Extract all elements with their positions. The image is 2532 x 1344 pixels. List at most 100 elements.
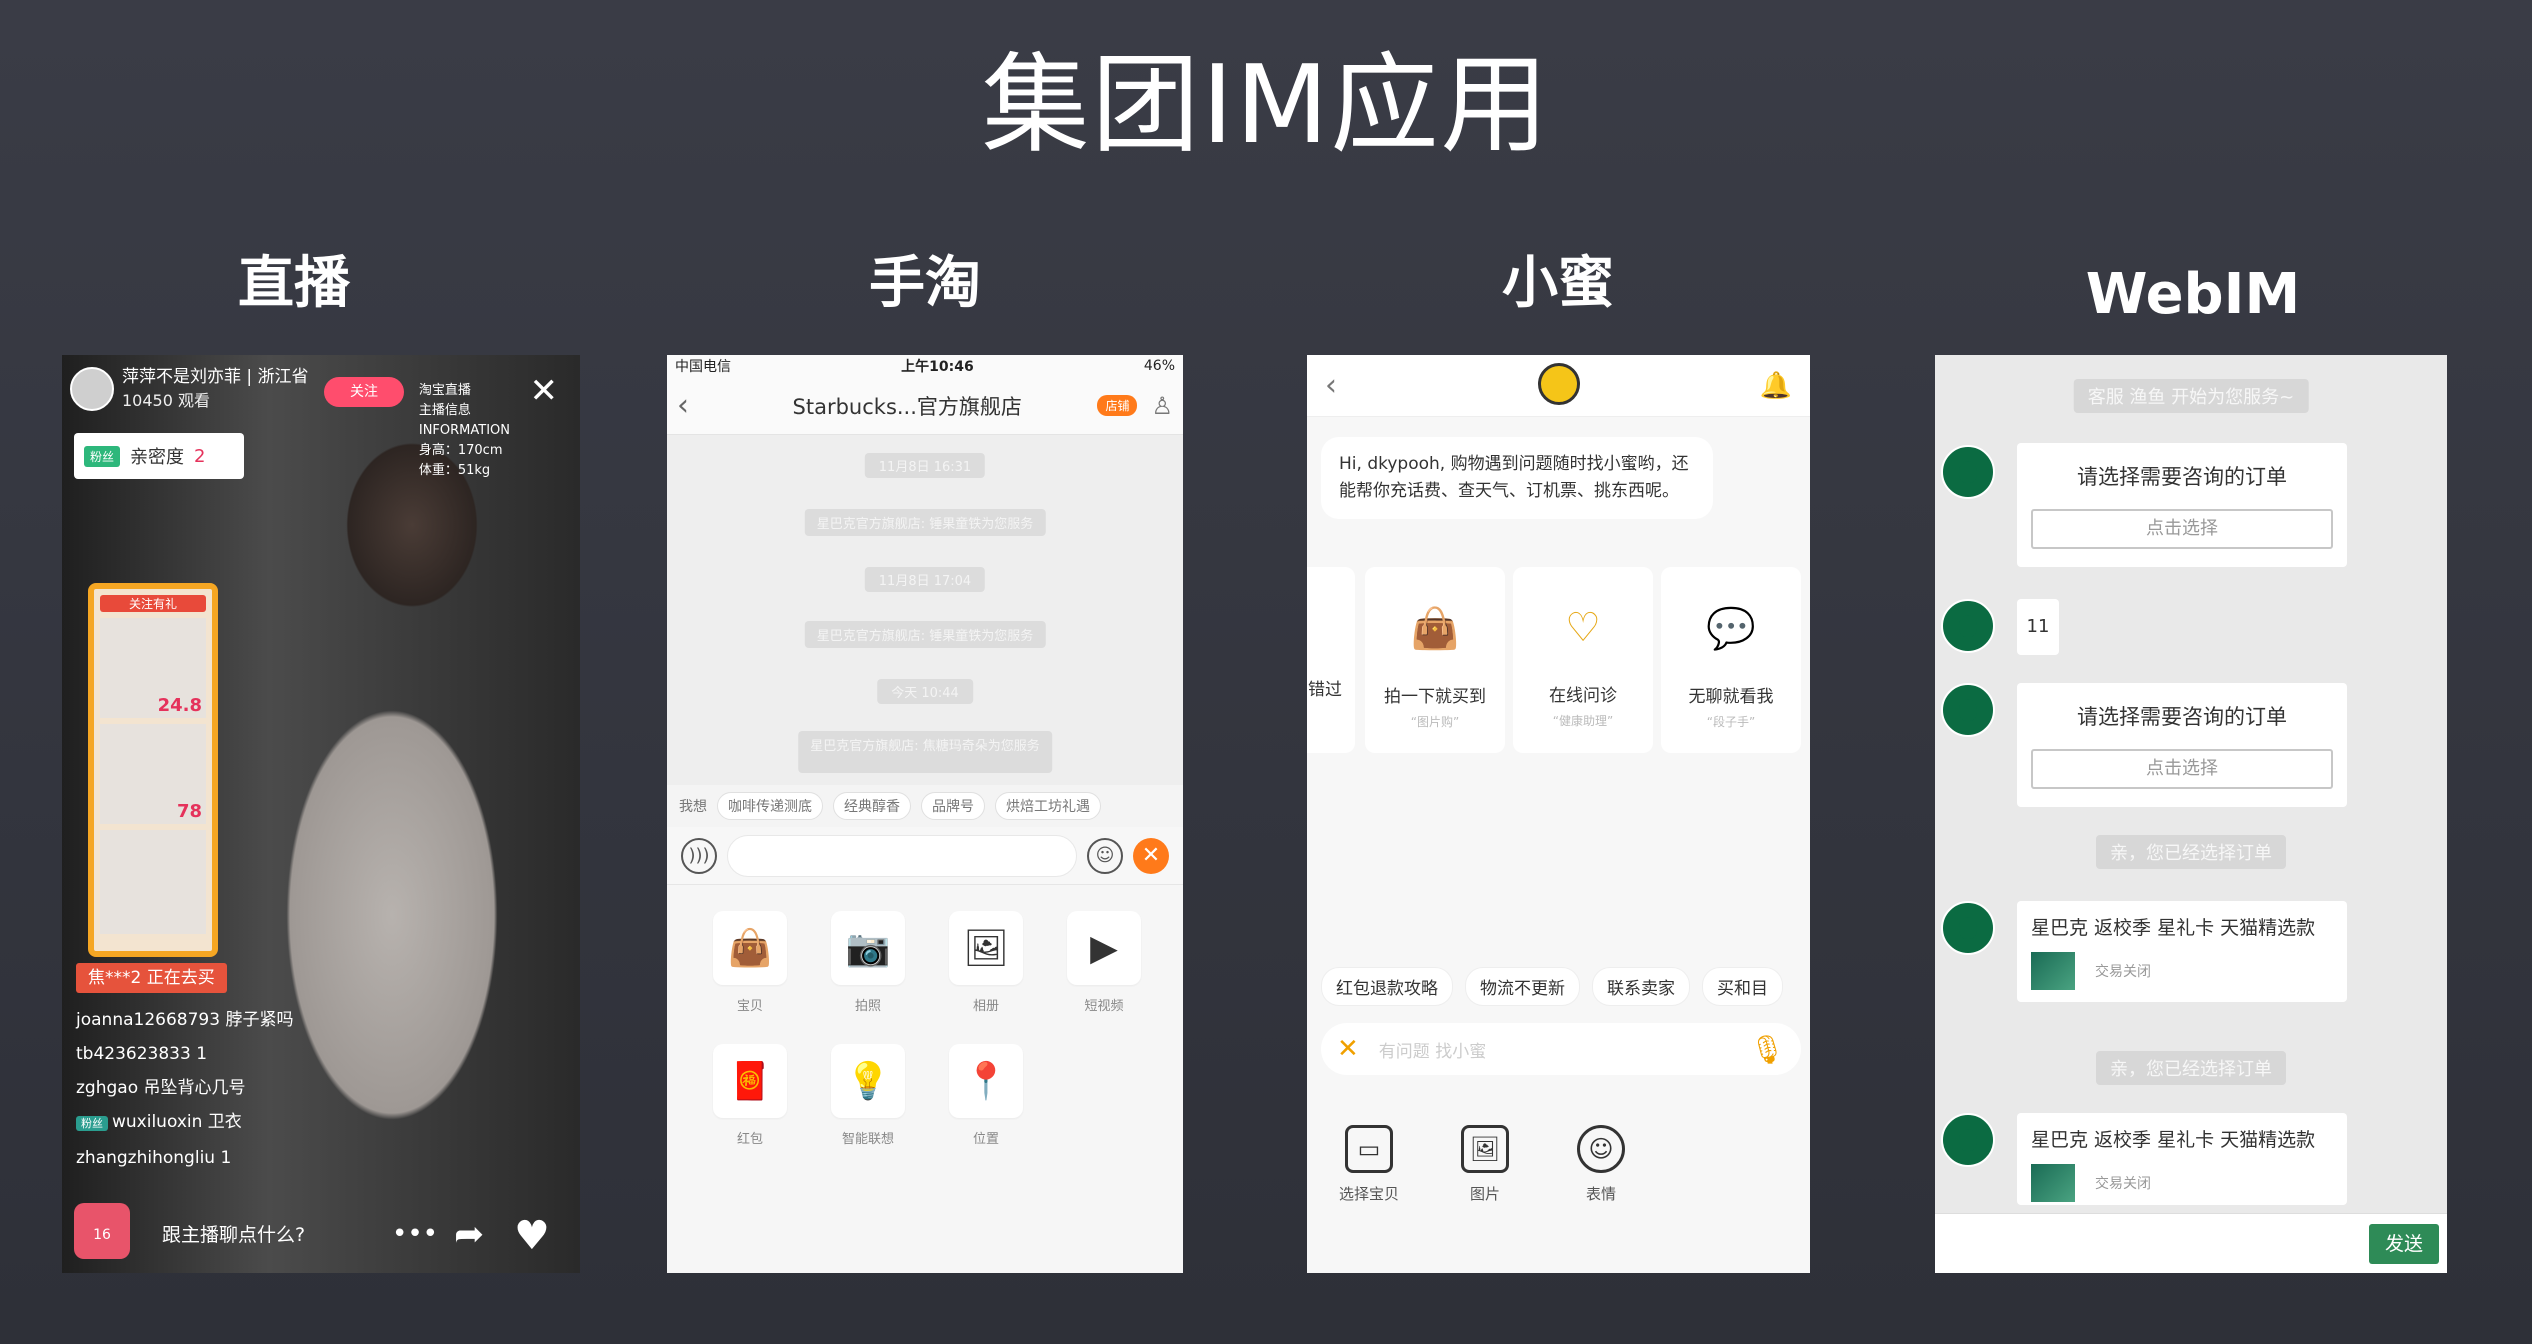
- order-prompt: 请选择需要咨询的订单: [2077, 705, 2287, 729]
- function-panel: 👜 宝贝 📷 拍照 🖼 相册 ▶ 短视频 🧧 红包 💡 智能联想 📍 位置: [667, 885, 1183, 1147]
- product-title: 星巴克 返校季 星礼卡 天猫精选款: [2031, 1129, 2316, 1151]
- heart-pulse-icon: ♡: [1565, 605, 1601, 651]
- column-title-taobao: 手淘: [869, 251, 981, 316]
- service-card-title: 错过: [1308, 680, 1342, 700]
- timestamp: 11月8日 16:31: [864, 453, 986, 478]
- host-avatar[interactable]: [70, 367, 114, 411]
- goods-item[interactable]: 78: [100, 724, 206, 824]
- service-card[interactable]: 👜 拍一下就买到 “图片购”: [1365, 567, 1505, 753]
- red-packet-icon: 🧧: [713, 1044, 787, 1118]
- agent-avatar: [1941, 445, 1995, 499]
- quick-reply-chip[interactable]: 红包退款攻略: [1321, 967, 1453, 1006]
- send-button[interactable]: 发送: [2369, 1223, 2439, 1264]
- panel-item[interactable]: 🧧 红包: [691, 1044, 809, 1147]
- chat-history: 11月8日 16:31 星巴克官方旗舰店: 锤果童铁为您服务 11月8日 17:…: [667, 435, 1183, 785]
- panel-item[interactable]: 📍 位置: [927, 1044, 1045, 1147]
- image-icon: 🖼: [949, 911, 1023, 985]
- picture-icon: 🖼: [1461, 1125, 1509, 1173]
- service-card-title: 在线问诊: [1549, 686, 1617, 706]
- product-card[interactable]: 星巴克 返校季 星礼卡 天猫精选款 交易关闭: [2017, 1113, 2347, 1205]
- quick-reply-chip[interactable]: 品牌号: [921, 792, 985, 820]
- product-card[interactable]: 星巴克 返校季 星礼卡 天猫精选款 交易关闭: [2017, 901, 2347, 1002]
- goods-item[interactable]: [100, 830, 206, 934]
- host-info-line: 身高：170cm: [418, 443, 503, 458]
- service-card-sub: “段子手”: [1706, 715, 1756, 729]
- box-icon: ▭: [1345, 1125, 1393, 1173]
- goods-item[interactable]: 24.8: [100, 618, 206, 718]
- quick-reply-chip[interactable]: 联系卖家: [1592, 967, 1690, 1006]
- tool-item[interactable]: ▭ 选择宝贝: [1333, 1125, 1405, 1204]
- panel-item-label: 宝贝: [736, 999, 763, 1014]
- user-avatar: [1941, 599, 1995, 653]
- microphone-icon[interactable]: 🎙: [1749, 1033, 1785, 1066]
- service-card[interactable]: ♡ 在线问诊 “健康助理”: [1513, 567, 1653, 753]
- panel-item[interactable]: 👜 宝贝: [691, 911, 809, 1014]
- close-icon[interactable]: ✕: [1337, 1034, 1359, 1064]
- voice-icon[interactable]: ))): [681, 837, 717, 874]
- heart-icon[interactable]: ♥: [514, 1213, 550, 1259]
- intimacy-tag: 粉丝: [84, 445, 121, 467]
- clock: 上午10:46: [901, 359, 974, 375]
- webim-screen: 客服 渔鱼 开始为您服务~ 请选择需要咨询的订单 点击选择 11 请选择需要咨询…: [1935, 355, 2447, 1273]
- host-info-panel: 淘宝直播 主播信息 INFORMATION 身高：170cm 体重：51kg: [419, 381, 510, 481]
- column-title-xiaomi: 小蜜: [1502, 251, 1614, 316]
- choose-order-button[interactable]: 点击选择: [2031, 509, 2333, 549]
- service-card-sub: “图片购”: [1410, 715, 1460, 729]
- chat-input-prompt[interactable]: 跟主播聊点什么?: [162, 1220, 305, 1247]
- comment-text: wuxiluoxin 卫衣: [112, 1112, 242, 1132]
- follow-button[interactable]: 关注: [324, 377, 404, 407]
- service-card[interactable]: 💬 无聊就看我 “段子手”: [1661, 567, 1801, 753]
- more-icon[interactable]: •••: [392, 1219, 438, 1249]
- service-card[interactable]: 错过 “”: [1307, 567, 1355, 753]
- host-info-line: 主播信息: [418, 403, 471, 418]
- quick-reply-chip[interactable]: 物流不更新: [1465, 967, 1580, 1006]
- panel-item-label: 智能联想: [841, 1132, 894, 1147]
- bee-logo-icon: [1537, 363, 1580, 405]
- comment-item: zhangzhihongliu 1: [76, 1148, 232, 1168]
- live-screen: 萍萍不是刘亦菲 | 浙江省 10450 观看 关注 ✕ 淘宝直播 主播信息 IN…: [62, 355, 580, 1273]
- bag-icon: 👜: [713, 911, 787, 985]
- user-avatar: [1941, 1113, 1995, 1167]
- quick-reply-chip[interactable]: 烘焙工坊礼遇: [995, 792, 1101, 820]
- host-header[interactable]: 萍萍不是刘亦菲 | 浙江省 10450 观看: [70, 367, 309, 411]
- goods-showcase[interactable]: 关注有礼 24.8 78: [88, 583, 218, 957]
- service-card-title: 拍一下就买到: [1384, 687, 1486, 707]
- goods-price: 24.8: [157, 695, 202, 716]
- comment-list: joanna12668793 脖子紧吗 tb423623833 1 zghgao…: [76, 1003, 293, 1175]
- panel-item-label: 拍照: [854, 999, 881, 1014]
- shopping-bag-button[interactable]: 16: [74, 1203, 130, 1259]
- quick-reply-chip[interactable]: 咖啡传递测底: [717, 792, 823, 820]
- panel-item[interactable]: 📷 拍照: [809, 911, 927, 1014]
- bell-icon[interactable]: 🔔: [1760, 371, 1792, 401]
- nav-bar: ‹ Starbucks...官方旗舰店 店铺 ♙: [667, 377, 1183, 435]
- greeting-bubble: Hi, dkypooh, 购物遇到问题随时找小蜜哟，还能帮你充话费、查天气、订机…: [1321, 437, 1713, 519]
- goods-showcase-title: 关注有礼: [100, 595, 206, 612]
- panel-item[interactable]: 💡 智能联想: [809, 1044, 927, 1147]
- intimacy-badge[interactable]: 粉丝 亲密度 2: [74, 433, 244, 479]
- tool-item[interactable]: 🖼 图片: [1449, 1125, 1521, 1204]
- user-icon[interactable]: ♙: [1151, 392, 1173, 420]
- message-input[interactable]: 有问题 找小蜜: [1379, 1037, 1730, 1062]
- back-icon[interactable]: ‹: [1325, 368, 1337, 403]
- panel-item[interactable]: 🖼 相册: [927, 911, 1045, 1014]
- close-icon[interactable]: ✕: [530, 371, 559, 411]
- emoji-icon[interactable]: ☺: [1087, 837, 1123, 874]
- tool-item[interactable]: ☺ 表情: [1565, 1125, 1637, 1204]
- back-icon[interactable]: ‹: [677, 388, 717, 423]
- close-panel-icon[interactable]: ✕: [1133, 837, 1169, 874]
- panel-item[interactable]: ▶ 短视频: [1045, 911, 1163, 1014]
- service-cards: 错过 “” 👜 拍一下就买到 “图片购” ♡ 在线问诊 “健康助理” 💬 无聊就…: [1307, 567, 1810, 753]
- message-input[interactable]: [727, 834, 1077, 877]
- share-icon[interactable]: ➦: [454, 1214, 484, 1255]
- shop-button[interactable]: 店铺: [1097, 395, 1138, 416]
- service-card-title: 无聊就看我: [1688, 687, 1774, 707]
- choose-order-button[interactable]: 点击选择: [2031, 749, 2333, 789]
- input-row: ))) ☺ ✕: [667, 827, 1183, 885]
- trade-status: 交易关闭: [2095, 1176, 2151, 1192]
- host-name: 萍萍不是刘亦菲 | 浙江省: [122, 367, 309, 387]
- agent-avatar: [1941, 683, 1995, 737]
- input-bar: 发送: [1935, 1213, 2447, 1273]
- quick-reply-chip[interactable]: 经典醇香: [833, 792, 911, 820]
- quick-reply-chip[interactable]: 买和目: [1702, 967, 1783, 1006]
- order-select-card: 请选择需要咨询的订单 点击选择: [2017, 443, 2347, 567]
